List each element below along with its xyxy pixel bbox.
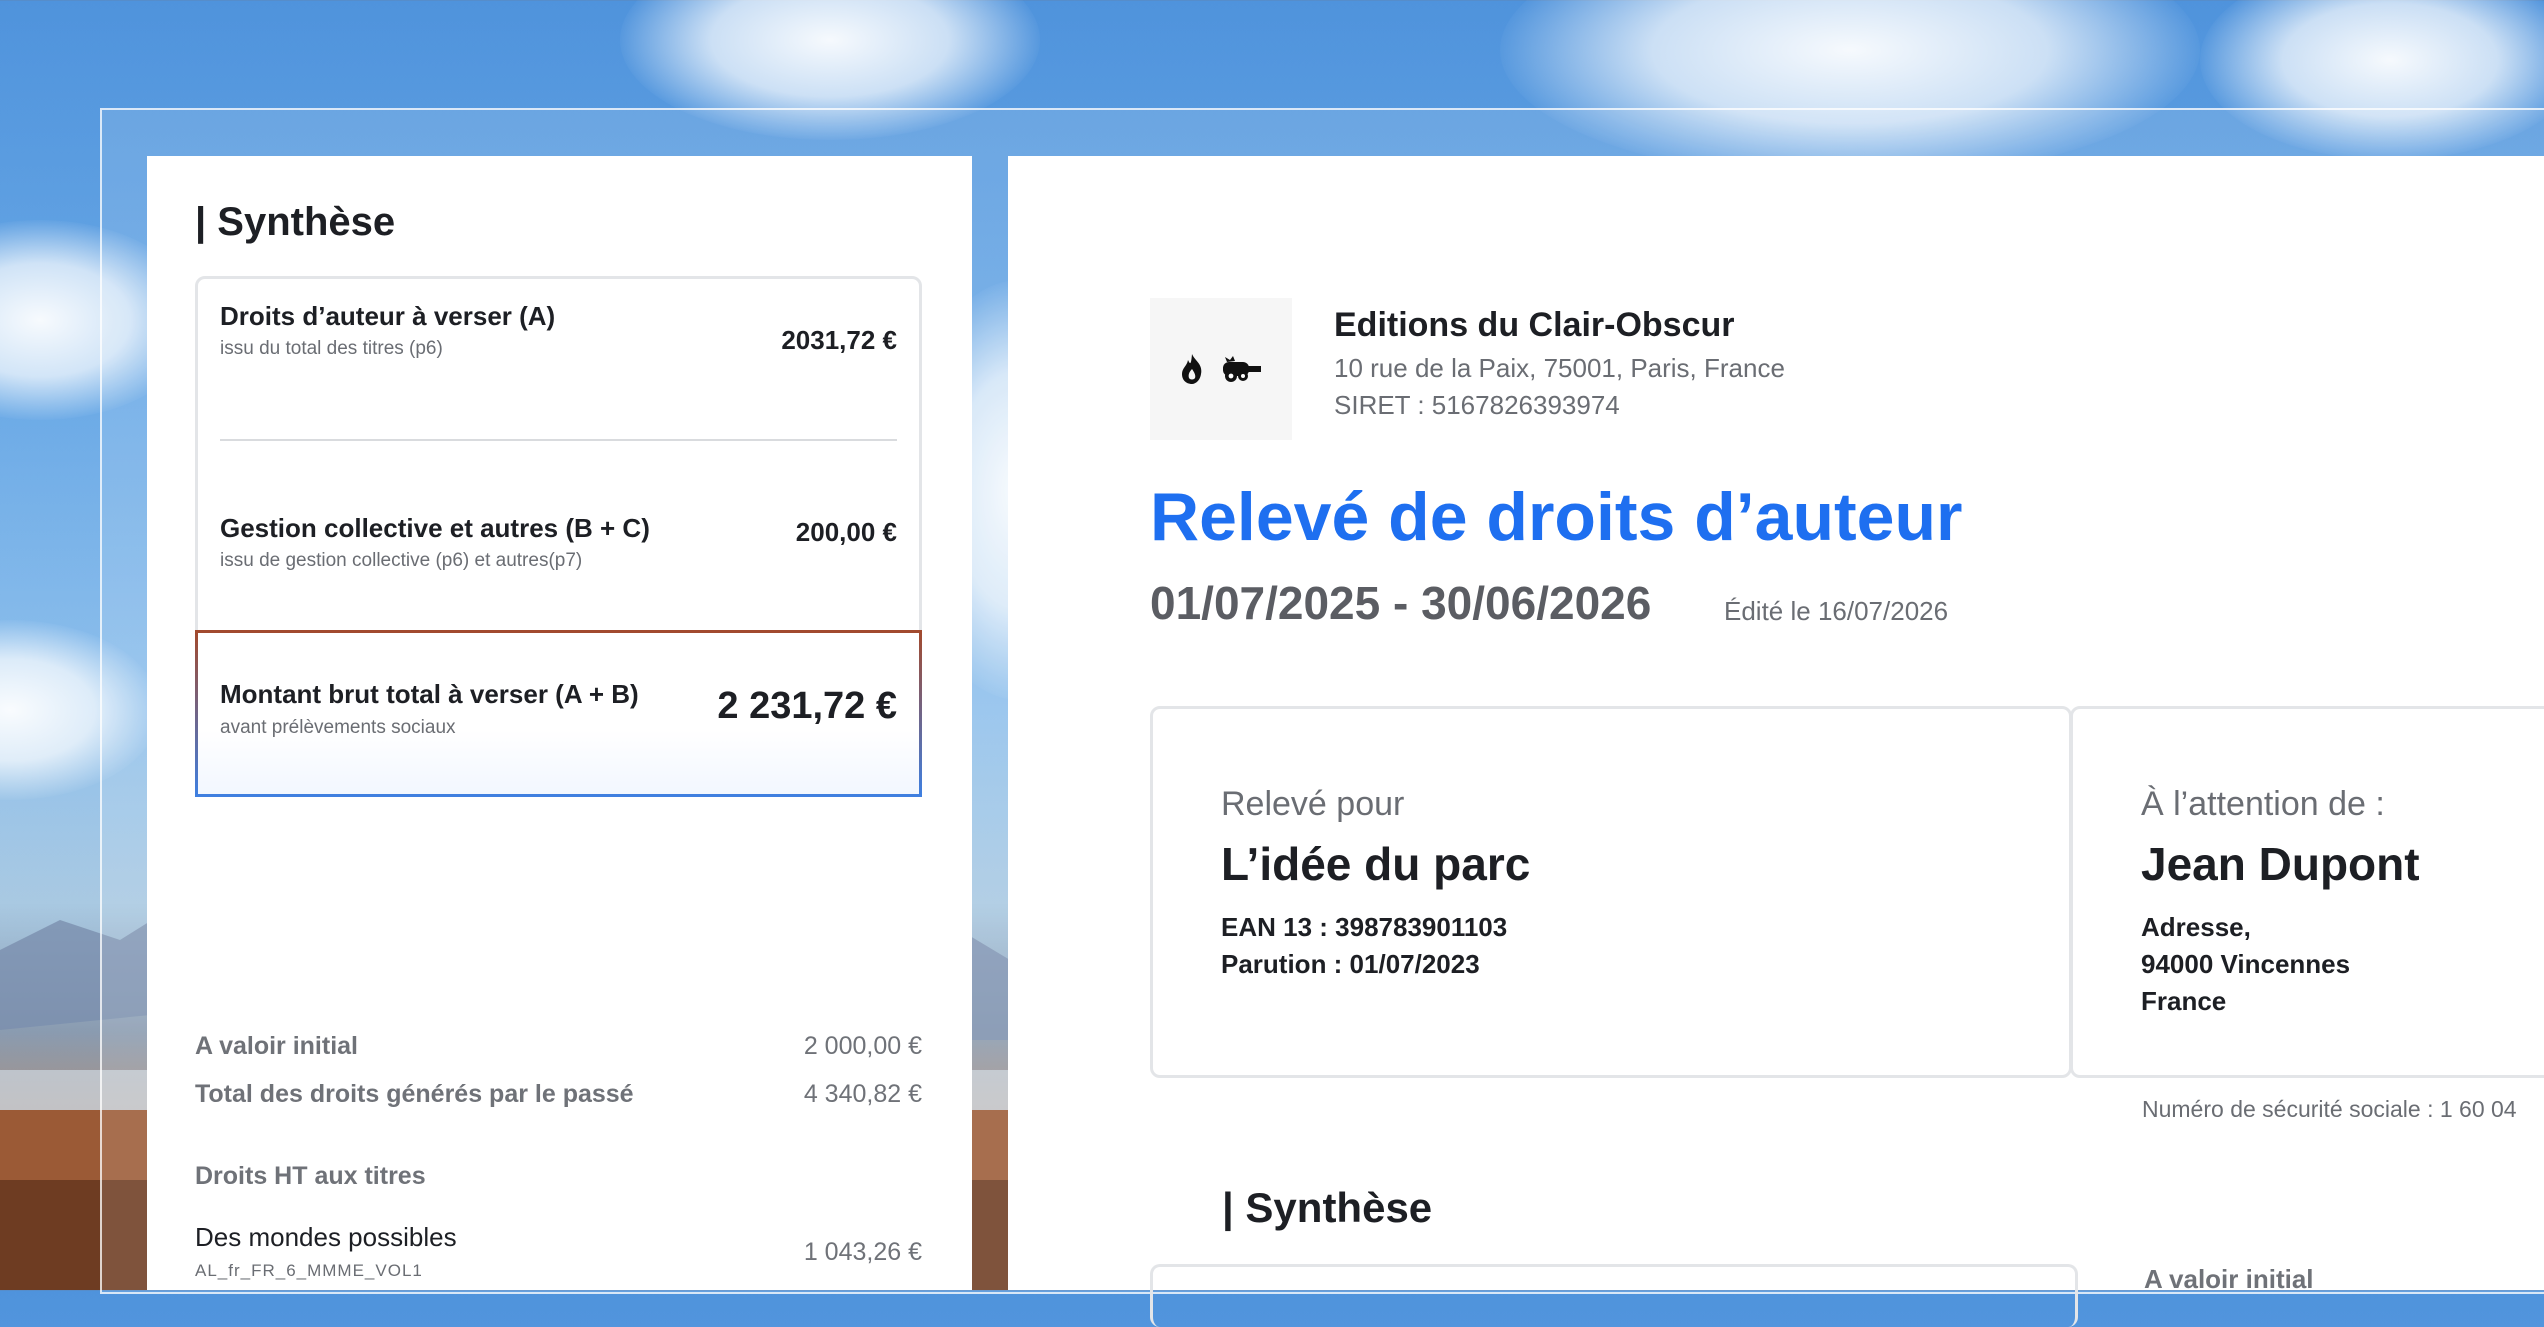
book-card: Relevé pour L’idée du parc EAN 13 : 3987… xyxy=(1150,706,2072,1078)
book-title: L’idée du parc xyxy=(1221,838,1531,890)
row-amount: 200,00 € xyxy=(795,517,897,547)
address-line: Adresse, xyxy=(2141,912,2251,942)
info-value: 2 000,00 € xyxy=(803,1032,922,1060)
edited-date: Édité le 16/07/2026 xyxy=(1724,596,1949,626)
panel-title: | Synthèse xyxy=(195,200,396,244)
info-label: Total des droits générés par le passé xyxy=(195,1080,634,1108)
statement-document: Editions du Clair-Obscur 10 rue de la Pa… xyxy=(1008,156,2544,1327)
divider xyxy=(220,439,897,441)
title-row: Des mondes possibles AL_fr_FR_6_MMME_VOL… xyxy=(195,1222,922,1281)
titles-heading: Droits HT aux titres xyxy=(195,1162,426,1190)
info-row-avaloir: A valoir initial 2 000,00 € xyxy=(195,1032,922,1061)
address-line: France xyxy=(2141,986,2227,1016)
publisher-address: 10 rue de la Paix, 75001, Paris, France xyxy=(1334,353,1785,383)
publisher-logo xyxy=(1150,298,1292,440)
avaloir-label: A valoir initial xyxy=(2144,1264,2314,1294)
total-sub: avant prélèvements sociaux xyxy=(220,717,456,738)
address-line: 94000 Vincennes xyxy=(2141,949,2351,979)
recipient-card: À l’attention de : Jean Dupont Adresse, … xyxy=(2070,706,2544,1078)
info-label: A valoir initial xyxy=(195,1032,359,1060)
total-label: Montant brut total à verser (A + B) xyxy=(220,679,639,709)
cannon-icon xyxy=(1223,356,1261,382)
publisher-siret: SIRET : 5167826393974 xyxy=(1334,390,1620,420)
info-row-total-passe: Total des droits générés par le passé 4 … xyxy=(195,1080,922,1109)
book-details: EAN 13 : 398783901103 Parution : 01/07/2… xyxy=(1221,909,1507,983)
book-parution: Parution : 01/07/2023 xyxy=(1221,949,1480,979)
publisher-name: Editions du Clair-Obscur xyxy=(1334,306,1735,344)
row-sub: issu de gestion collective (p6) et autre… xyxy=(220,550,583,571)
social-security-number: Numéro de sécurité sociale : 1 60 04 xyxy=(2142,1096,2517,1122)
flame-icon xyxy=(1182,354,1202,384)
summary-box-partial xyxy=(1150,1264,2078,1327)
section-title: | Synthèse xyxy=(1222,1184,1433,1231)
recipient-name: Jean Dupont xyxy=(2141,838,2420,890)
card-caption: À l’attention de : xyxy=(2141,785,2385,823)
statement-period: 01/07/2025 - 30/06/2026 xyxy=(1150,577,1652,629)
total-amount: 2 231,72 € xyxy=(717,685,897,727)
summary-box: Droits d’auteur à verser (A) issu du tot… xyxy=(195,276,922,797)
document-title: Relevé de droits d’auteur xyxy=(1150,479,1963,555)
info-value: 4 340,82 € xyxy=(803,1080,922,1108)
card-caption: Relevé pour xyxy=(1221,785,1405,823)
title-value: 1 043,26 € xyxy=(803,1238,922,1266)
summary-panel: | Synthèse Droits d’auteur à verser (A) … xyxy=(147,156,972,1290)
summary-row-gestion: Gestion collective et autres (B + C) iss… xyxy=(220,513,897,572)
row-amount: 2031,72 € xyxy=(781,325,897,355)
total-box: Montant brut total à verser (A + B) avan… xyxy=(195,630,922,797)
book-ean: EAN 13 : 398783901103 xyxy=(1221,912,1508,942)
recipient-address: Adresse, 94000 Vincennes France xyxy=(2141,909,2350,1020)
publisher-info: Editions du Clair-Obscur 10 rue de la Pa… xyxy=(1334,306,1785,421)
summary-row-droits: Droits d’auteur à verser (A) issu du tot… xyxy=(220,301,897,360)
